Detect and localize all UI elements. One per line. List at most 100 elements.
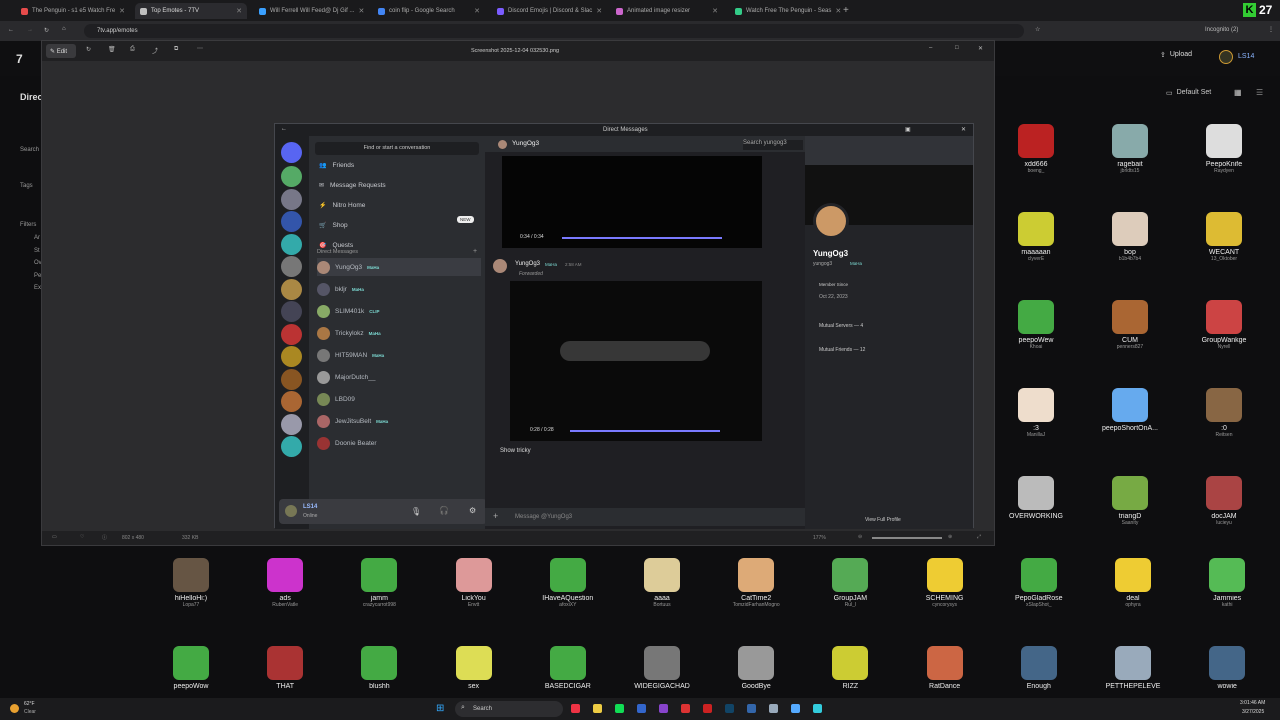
- emote-card[interactable]: WIDEGIGACHAD: [615, 646, 709, 698]
- emote-card[interactable]: BASEDCIGAR: [521, 646, 615, 698]
- emote-card[interactable]: ragebait jbrldts15: [1083, 124, 1177, 216]
- emote-card[interactable]: :0 Reitsen: [1177, 388, 1271, 480]
- sidebar-filter-item[interactable]: Ex: [34, 285, 41, 291]
- default-set-button[interactable]: ▭ Default Set: [1166, 89, 1211, 97]
- emote-card[interactable]: peepoShortOnA...: [1083, 388, 1177, 480]
- taskbar-app-icon[interactable]: [791, 704, 800, 713]
- incognito-label[interactable]: Incognito (2): [1205, 27, 1238, 33]
- upload-button[interactable]: ⇪ Upload: [1160, 51, 1192, 59]
- copy-icon[interactable]: ⧉: [174, 46, 178, 53]
- emote-card[interactable]: SCHEMING cyncorysys: [898, 558, 992, 650]
- new-dm-icon[interactable]: +: [473, 248, 477, 255]
- dm-item[interactable]: Trickylokz MaHa: [317, 324, 481, 342]
- grid-view-icon[interactable]: ▦: [1234, 88, 1242, 97]
- minimize-icon[interactable]: –: [929, 45, 932, 51]
- taskbar-app-icon[interactable]: [659, 704, 668, 713]
- favorite-icon[interactable]: ♡: [80, 534, 84, 540]
- taskbar-app-icon[interactable]: [593, 704, 602, 713]
- emote-card[interactable]: bop b1b4b7b4: [1083, 212, 1177, 304]
- forward-arrow-icon[interactable]: →: [27, 27, 33, 33]
- delete-icon[interactable]: 🗑: [108, 46, 116, 53]
- taskbar-app-icon[interactable]: [725, 704, 734, 713]
- browser-tab[interactable]: Will Ferrell Will Feed@ Dj Gif ... ✕: [254, 3, 366, 19]
- user-avatar[interactable]: [1219, 50, 1233, 64]
- server-icon[interactable]: [281, 346, 302, 367]
- list-view-icon[interactable]: ☰: [1256, 88, 1263, 97]
- emote-card[interactable]: RatDance: [898, 646, 992, 698]
- emote-card[interactable]: triangD Saanity: [1083, 476, 1177, 568]
- emote-card[interactable]: Jammies kathi: [1180, 558, 1274, 650]
- emote-card[interactable]: blushh: [332, 646, 426, 698]
- tab-close-icon[interactable]: ✕: [474, 7, 480, 15]
- server-icon[interactable]: [281, 233, 302, 255]
- kick-logo[interactable]: K: [1243, 3, 1256, 17]
- browser-menu-icon[interactable]: ⋮: [1268, 26, 1274, 33]
- dm-item[interactable]: Doonie Beater: [317, 434, 481, 452]
- emote-card[interactable]: deal ophyra: [1086, 558, 1180, 650]
- emote-card[interactable]: Enough: [992, 646, 1086, 698]
- maximize-icon[interactable]: □: [955, 45, 959, 51]
- mutual-friends[interactable]: Mutual Friends — 12: [819, 347, 865, 353]
- server-icon[interactable]: [281, 188, 302, 210]
- sidebar-filter-item[interactable]: Ar: [34, 235, 40, 241]
- dm-nav-item[interactable]: 🎯 Quests: [319, 242, 353, 249]
- dm-item[interactable]: HIT59MAN MaHa: [317, 346, 481, 364]
- weather-icon[interactable]: [10, 704, 19, 713]
- emote-card[interactable]: sex: [427, 646, 521, 698]
- film-icon[interactable]: ▭: [52, 534, 57, 540]
- back-icon[interactable]: ←: [281, 126, 287, 132]
- emote-card[interactable]: THAT: [238, 646, 332, 698]
- url-field[interactable]: 7tv.app/emotes: [84, 24, 1024, 38]
- taskbar-app-icon[interactable]: [703, 704, 712, 713]
- edit-button[interactable]: ✎ Edit: [46, 44, 76, 58]
- tab-close-icon[interactable]: ✕: [712, 7, 718, 15]
- dm-nav-item[interactable]: 👥 Friends: [319, 162, 354, 169]
- rotate-icon[interactable]: ↻: [86, 46, 91, 53]
- inbox-icon[interactable]: ▣: [905, 126, 911, 133]
- tab-close-icon[interactable]: ✕: [236, 7, 242, 15]
- share-icon[interactable]: ⤴: [152, 46, 158, 55]
- emote-card[interactable]: GoodBye: [709, 646, 803, 698]
- user-name[interactable]: LS14: [1238, 53, 1254, 60]
- emote-card[interactable]: GroupJAM Rul_l: [803, 558, 897, 650]
- dm-nav-item[interactable]: 🛒 Shop: [319, 222, 348, 229]
- browser-tab[interactable]: Watch Free The Penguin - Seas ✕: [730, 3, 842, 19]
- tab-close-icon[interactable]: ✕: [358, 7, 364, 15]
- bookmark-star-icon[interactable]: ☆: [1035, 26, 1040, 33]
- discord-close-icon[interactable]: ✕: [961, 126, 966, 133]
- emote-card[interactable]: peepoWew Khoai: [989, 300, 1083, 392]
- video2-progress[interactable]: [570, 430, 720, 432]
- taskbar-search[interactable]: ⌕ Search: [455, 701, 563, 717]
- emote-card[interactable]: CUM penners827: [1083, 300, 1177, 392]
- reload-icon[interactable]: ↻: [44, 27, 49, 34]
- dm-item[interactable]: JewJitsuBelt MaHa: [317, 412, 481, 430]
- view-full-profile[interactable]: View Full Profile: [865, 517, 901, 523]
- emote-card[interactable]: CatTime2 TomzidFarhanMogno: [709, 558, 803, 650]
- emote-card[interactable]: aaaa Bortuus: [615, 558, 709, 650]
- browser-tab[interactable]: Animated image resizer ✕: [611, 3, 723, 19]
- 7tv-logo[interactable]: 7: [16, 52, 23, 66]
- msg-avatar[interactable]: [493, 259, 507, 273]
- taskbar-app-icon[interactable]: [615, 704, 624, 713]
- server-icon[interactable]: [281, 256, 302, 277]
- emote-card[interactable]: hiHelloHi:) Lopa77: [144, 558, 238, 650]
- dm-nav-item[interactable]: ⚡ Nitro Home: [319, 202, 365, 209]
- taskbar-app-icon[interactable]: [813, 704, 822, 713]
- emote-card[interactable]: wowie: [1180, 646, 1274, 698]
- start-icon[interactable]: ⊞: [436, 703, 444, 714]
- server-icon[interactable]: [281, 323, 302, 345]
- tab-close-icon[interactable]: ✕: [835, 7, 841, 15]
- emote-card[interactable]: OVERWORKING: [989, 476, 1083, 568]
- video-player-2[interactable]: 0:28 / 0:28: [510, 281, 762, 441]
- emote-card[interactable]: RIZZ: [803, 646, 897, 698]
- server-icon[interactable]: [281, 211, 302, 232]
- settings-icon[interactable]: ⚙: [469, 506, 476, 515]
- dm-item[interactable]: SLIM401k CLIP: [317, 302, 481, 320]
- emote-card[interactable]: docJAM lucieyu: [1177, 476, 1271, 568]
- home-icon[interactable]: ⌂: [62, 26, 66, 32]
- emote-card[interactable]: PETTHEPELEVE: [1086, 646, 1180, 698]
- emote-card[interactable]: GroupWankge Nyrell: [1177, 300, 1271, 392]
- emote-card[interactable]: jamm crazycarrot998: [332, 558, 426, 650]
- dm-nav-item[interactable]: ✉ Message Requests: [319, 182, 386, 189]
- fullscreen-icon[interactable]: ⤢: [977, 534, 981, 540]
